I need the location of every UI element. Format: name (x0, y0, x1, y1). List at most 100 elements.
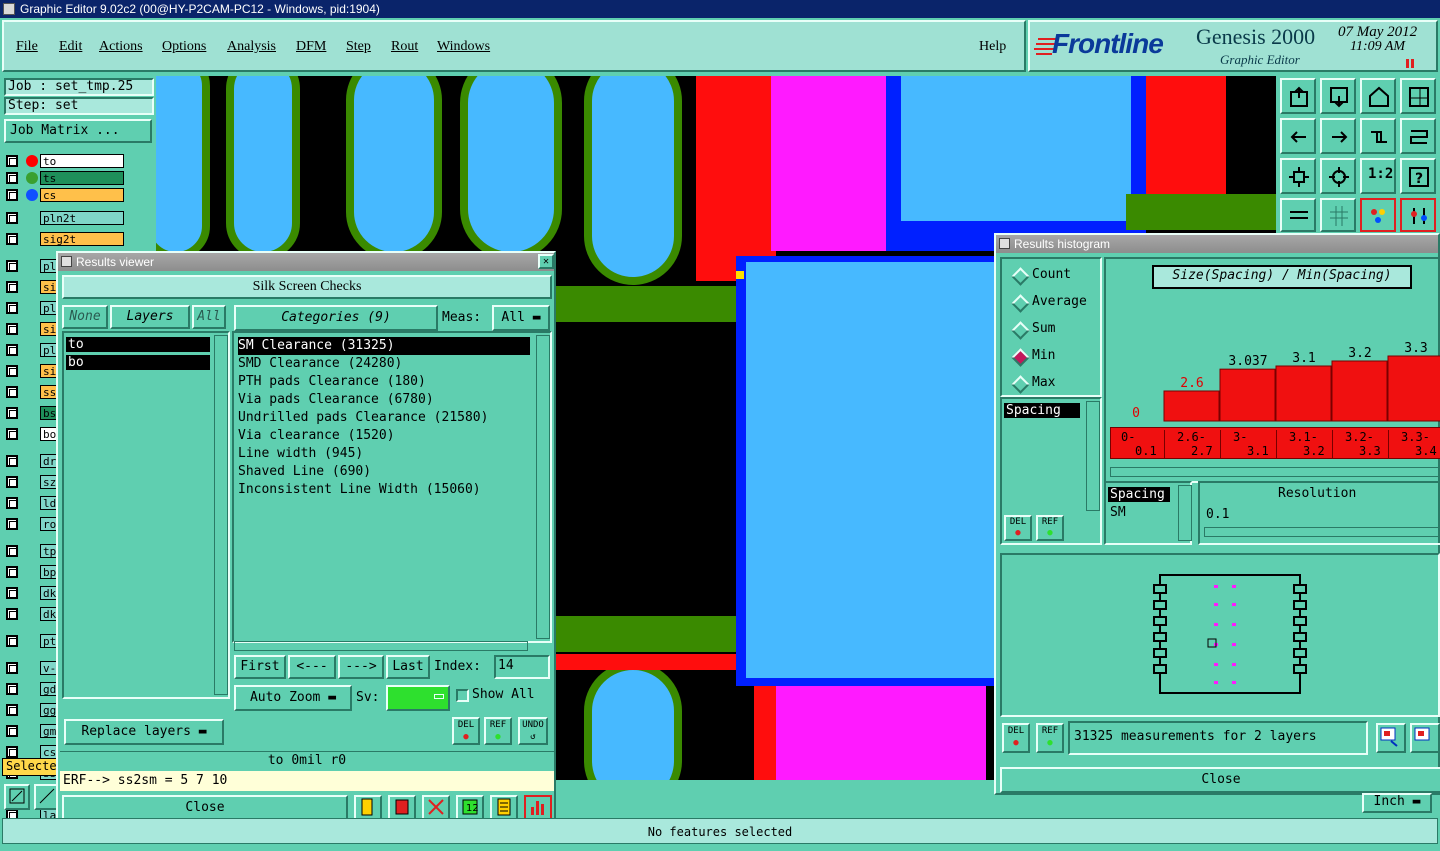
route-tool[interactable] (1400, 118, 1436, 154)
menu-options[interactable]: Options (162, 39, 206, 55)
resolution-slider[interactable] (1204, 527, 1440, 537)
attribute2-scrollbar[interactable] (1178, 485, 1192, 541)
layer-checkbox[interactable] (6, 172, 18, 184)
layer-checkbox[interactable] (6, 608, 18, 620)
layer-row[interactable]: ts (6, 171, 124, 186)
menu-windows[interactable]: Windows (437, 39, 490, 55)
layer-checkbox[interactable] (6, 233, 18, 245)
category-item[interactable]: SMD Clearance (24280) (238, 355, 402, 373)
scale-1-2-tool[interactable]: 1:2 (1360, 158, 1396, 194)
layer-name[interactable]: to (40, 154, 124, 168)
histogram-bar[interactable] (1331, 360, 1388, 422)
panel-tool[interactable] (1400, 78, 1436, 114)
hist-ref-button[interactable]: REF ● (1036, 515, 1064, 541)
layer-checkbox[interactable] (6, 725, 18, 737)
menu-file[interactable]: File (16, 39, 38, 55)
layer-checkbox[interactable] (6, 518, 18, 530)
histogram-bar[interactable] (1219, 368, 1276, 422)
job-matrix-button[interactable]: Job Matrix ... (4, 119, 152, 143)
layer-checkbox[interactable] (6, 386, 18, 398)
layer-row[interactable]: to (6, 154, 124, 169)
swap-tool[interactable] (1360, 118, 1396, 154)
layer-row[interactable]: cs (6, 188, 124, 203)
layer-checkbox[interactable] (6, 476, 18, 488)
category-item[interactable]: Shaved Line (690) (238, 463, 371, 481)
layer-row[interactable]: sig2t (6, 232, 124, 247)
attribute-scrollbar[interactable] (1086, 401, 1100, 511)
show-all-checkbox[interactable] (456, 689, 469, 702)
layer-checkbox[interactable] (6, 428, 18, 440)
results-viewer-close-icon[interactable]: ✕ (538, 254, 554, 269)
zoom-box-button[interactable] (4, 784, 30, 810)
category-hscrollbar[interactable] (234, 641, 528, 651)
preview-ref-button[interactable]: REF ● (1036, 723, 1064, 753)
menu-dfm[interactable]: DFM (296, 39, 326, 55)
menu-actions[interactable]: Actions (99, 39, 143, 55)
preview-del-button[interactable]: DEL ● (1002, 723, 1030, 753)
layer-row[interactable]: pln2t (6, 211, 124, 226)
last-button[interactable]: Last (386, 655, 430, 679)
help-tool[interactable]: ? (1400, 158, 1436, 194)
none-button[interactable]: None (62, 305, 108, 329)
layer-checkbox[interactable] (6, 189, 18, 201)
category-item[interactable]: Undrilled pads Clearance (21580) (238, 409, 488, 427)
categories-button[interactable]: Categories (9) (234, 305, 438, 331)
category-item[interactable]: Inconsistent Line Width (15060) (238, 481, 481, 499)
next-button[interactable]: ---> (338, 655, 384, 679)
pan-right-tool[interactable] (1320, 118, 1356, 154)
layer-list-item[interactable]: to (66, 337, 210, 352)
layers-button[interactable]: Layers (110, 305, 190, 329)
chart-hscrollbar[interactable] (1110, 467, 1440, 477)
pan-left-tool[interactable] (1280, 118, 1316, 154)
category-item[interactable]: Line width (945) (238, 445, 363, 463)
layer-list-item[interactable]: bo (66, 355, 210, 370)
hist-del-button[interactable]: DEL ● (1004, 515, 1032, 541)
layer-checkbox[interactable] (6, 212, 18, 224)
home-tool[interactable] (1360, 78, 1396, 114)
layer-checkbox[interactable] (6, 155, 18, 167)
replace-layers-dropdown[interactable]: Replace layers ▬ (64, 719, 224, 745)
histogram-bar[interactable] (1387, 355, 1440, 422)
attribute-item[interactable]: Spacing (1108, 487, 1170, 502)
histogram-bar[interactable] (1275, 365, 1332, 422)
auto-zoom-dropdown[interactable]: Auto Zoom ▬ (234, 685, 352, 711)
category-item[interactable]: Via pads Clearance (6780) (238, 391, 434, 409)
layer-checkbox[interactable] (6, 566, 18, 578)
layer-checkbox[interactable] (6, 260, 18, 272)
signal-tool[interactable] (1360, 198, 1396, 232)
zoom-to-result-button[interactable] (1376, 723, 1406, 753)
layer-checkbox[interactable] (6, 302, 18, 314)
index-input[interactable]: 14 (494, 655, 550, 679)
prev-button[interactable]: <--- (288, 655, 336, 679)
down-tool[interactable] (1320, 78, 1356, 114)
layer-checkbox[interactable] (6, 497, 18, 509)
fit-tool[interactable] (1280, 158, 1316, 194)
measure-tool[interactable] (1280, 198, 1316, 232)
attribute-item[interactable]: SM (1110, 505, 1126, 520)
grid-tool[interactable] (1320, 198, 1356, 232)
layer-name[interactable]: sig2t (40, 232, 124, 246)
histogram-bar[interactable] (1163, 390, 1220, 422)
all-button[interactable]: All (192, 305, 226, 329)
units-button[interactable]: Inch ▬ (1362, 793, 1432, 813)
layer-checkbox[interactable] (6, 407, 18, 419)
histogram-close-button[interactable]: Close (1000, 767, 1440, 793)
meas-dropdown[interactable]: All ▬ (492, 305, 550, 331)
board-view-button[interactable] (1410, 723, 1440, 753)
layer-checkbox[interactable] (6, 683, 18, 695)
menu-rout[interactable]: Rout (391, 39, 418, 55)
undo-button[interactable]: UNDO ↺ (518, 717, 548, 745)
menu-analysis[interactable]: Analysis (227, 39, 276, 55)
layer-checkbox[interactable] (6, 545, 18, 557)
layer-checkbox[interactable] (6, 323, 18, 335)
menu-edit[interactable]: Edit (59, 39, 82, 55)
ref-button[interactable]: REF ● (484, 717, 512, 745)
menu-help[interactable]: Help (979, 39, 1006, 55)
category-item[interactable]: SM Clearance (31325) (238, 337, 530, 355)
category-scrollbar[interactable] (536, 335, 550, 639)
board-preview[interactable] (1000, 553, 1440, 717)
layer-checkbox[interactable] (6, 746, 18, 758)
center-tool[interactable] (1320, 158, 1356, 194)
layer-checkbox[interactable] (6, 704, 18, 716)
layer-checkbox[interactable] (6, 635, 18, 647)
